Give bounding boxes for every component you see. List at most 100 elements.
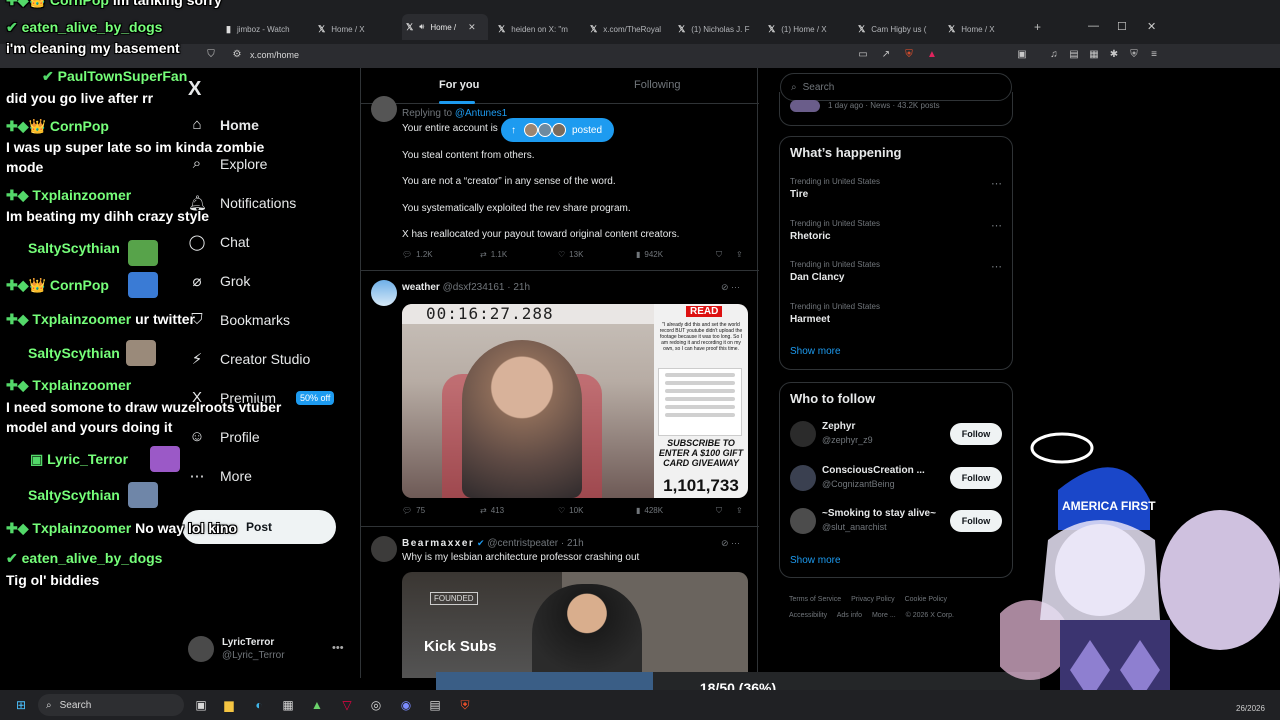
- grok-tweet-icon[interactable]: ⊘ ⋯: [721, 538, 740, 549]
- repost-button[interactable]: ⇄ 413: [480, 506, 504, 515]
- follow-suggestion[interactable]: ~Smoking to stay alive~ @slut_anarchist …: [790, 506, 1004, 536]
- tab-for-you[interactable]: For you: [439, 79, 479, 91]
- reading-list-icon[interactable]: ▤: [1067, 48, 1081, 62]
- chat-message: ▣ Lyric_Terror: [30, 451, 129, 467]
- close-tab-icon[interactable]: ✕: [468, 22, 476, 33]
- avatar-halo: [1030, 432, 1094, 464]
- tweet-text-line: X has reallocated your payout toward ori…: [402, 229, 680, 240]
- app-icon[interactable]: ▲: [308, 696, 326, 714]
- cast-icon[interactable]: ▭: [856, 48, 870, 62]
- x-favicon-icon: 𝕏: [948, 23, 956, 34]
- reply-button[interactable]: 💬︎ 75: [402, 506, 425, 515]
- file-explorer-icon[interactable]: ▆: [220, 696, 238, 714]
- views-button[interactable]: ▮ 428K: [636, 506, 663, 515]
- chat-message: did you go live after rr: [6, 90, 154, 106]
- browser-tab[interactable]: 𝕏heiden on X: "m: [494, 18, 580, 40]
- app-icon[interactable]: ▽: [338, 696, 356, 714]
- tweet-author[interactable]: weather @dsxf234161 · 21h: [402, 282, 530, 293]
- views-button[interactable]: ▮ 942K: [636, 250, 663, 259]
- taskbar-search[interactable]: ⌕ Search: [38, 694, 184, 716]
- tweet-media-video[interactable]: FOUNDED Kick Subs: [402, 572, 748, 678]
- tweet-media-image[interactable]: 00:16:27.288 READ "I already did this an…: [402, 304, 748, 498]
- more-icon[interactable]: ⋯: [991, 177, 1002, 190]
- new-posts-pill[interactable]: ↑ posted: [501, 118, 615, 142]
- obs-icon[interactable]: ◎: [367, 696, 385, 714]
- media-timer: 00:16:27.288: [402, 304, 654, 324]
- app-icon[interactable]: ▤: [426, 696, 444, 714]
- tweet-avatar[interactable]: [371, 536, 397, 562]
- minimize-icon[interactable]: —: [1088, 20, 1099, 32]
- browser-tab[interactable]: 𝕏x.com/TheRoyal: [586, 18, 670, 40]
- tab-following[interactable]: Following: [634, 79, 680, 91]
- badge-icon: ✚◆👑: [6, 118, 46, 134]
- store-icon[interactable]: ▦: [279, 696, 297, 714]
- more-icon[interactable]: ⋯: [991, 260, 1002, 273]
- x-favicon-icon: 𝕏: [858, 23, 866, 34]
- footer-link[interactable]: Ads info: [837, 612, 862, 619]
- tweet-avatar[interactable]: [371, 96, 397, 122]
- new-tab-button[interactable]: +: [1034, 20, 1041, 34]
- footer-link[interactable]: Accessibility: [789, 612, 827, 619]
- trend-item[interactable]: Trending in United States Dan Clancy ⋯: [790, 260, 1002, 283]
- wallet-icon[interactable]: ▦: [1087, 48, 1101, 62]
- task-view-icon[interactable]: ▣: [192, 696, 210, 714]
- account-switcher[interactable]: LyricTerror @Lyric_Terror •••: [188, 636, 344, 662]
- frog-emote: [128, 240, 158, 266]
- sidebar-toggle-icon[interactable]: ▣: [1015, 48, 1029, 62]
- follow-button[interactable]: Follow: [950, 510, 1002, 532]
- grok-tweet-icon[interactable]: ⊘ ⋯: [721, 282, 740, 293]
- reply-icon: 💬︎: [402, 506, 413, 515]
- browser-tab[interactable]: 𝕏 Cam Higby us (: [854, 18, 940, 40]
- reply-button[interactable]: 💬︎ 1.2K: [402, 250, 433, 259]
- windows-start-icon[interactable]: ⊞: [12, 696, 30, 714]
- footer-link[interactable]: Privacy Policy: [851, 596, 895, 603]
- footer-link[interactable]: Cookie Policy: [905, 596, 947, 603]
- close-window-icon[interactable]: ✕: [1147, 20, 1156, 33]
- footer-link[interactable]: Terms of Service: [789, 596, 841, 603]
- replying-to-handle[interactable]: @Antunes1: [455, 108, 507, 119]
- follow-button[interactable]: Follow: [950, 467, 1002, 489]
- show-more-link[interactable]: Show more: [790, 555, 841, 566]
- follow-button[interactable]: Follow: [950, 423, 1002, 445]
- browser-tab[interactable]: 𝕏 Home / X: [944, 18, 1028, 40]
- chat-message: I was up super late so im kinda zombie: [6, 139, 265, 155]
- extensions-icon[interactable]: ✱: [1107, 48, 1121, 62]
- tweet-author[interactable]: Bearmaxxer ✔ @centristpeater · 21h: [402, 538, 584, 549]
- badge-icon: ✚◆: [6, 377, 29, 393]
- chat-message: ✔ eaten_alive_by_dogs: [6, 550, 163, 566]
- share-icon[interactable]: ↗: [879, 48, 893, 62]
- account-more-icon[interactable]: •••: [332, 642, 344, 654]
- menu-icon[interactable]: ≡: [1147, 48, 1161, 62]
- share-tweet-icon[interactable]: ⇪: [736, 506, 743, 515]
- like-button[interactable]: ♡ 13K: [558, 250, 583, 259]
- edge-icon[interactable]: ◐: [250, 696, 268, 714]
- browser-tab-active[interactable]: 𝕏 🔊︎ Home / ✕: [402, 14, 488, 40]
- vpn-icon[interactable]: ⛨: [1127, 48, 1141, 62]
- music-icon[interactable]: ♫: [1047, 48, 1061, 62]
- rewards-icon[interactable]: ▲: [925, 48, 939, 62]
- browser-tab[interactable]: 𝕏 (1) Nicholas J. F: [674, 18, 760, 40]
- like-button[interactable]: ♡ 10K: [558, 506, 583, 515]
- chat-message: mode: [6, 159, 44, 175]
- bookmark-tweet-icon[interactable]: ⛉: [716, 506, 722, 516]
- trend-item[interactable]: Trending in United States Harmeet: [790, 302, 1002, 325]
- maximize-icon[interactable]: ☐: [1117, 20, 1127, 33]
- person: [462, 340, 582, 498]
- share-tweet-icon[interactable]: ⇪: [736, 250, 743, 259]
- news-card[interactable]: 1 day ago · News · 43.2K posts: [779, 92, 1013, 126]
- chat-message: ✚◆ Txplainzoomer: [6, 187, 132, 203]
- footer-link[interactable]: More ...: [872, 612, 896, 619]
- browser-tab[interactable]: 𝕏 (1) Home / X: [764, 18, 848, 40]
- tweet-avatar[interactable]: [371, 280, 397, 306]
- trend-item[interactable]: Trending in United States Tire ⋯: [790, 177, 1002, 200]
- show-more-link[interactable]: Show more: [790, 346, 841, 357]
- brave-icon[interactable]: ⛨: [456, 696, 474, 714]
- follow-suggestion[interactable]: ConsciousCreation ... @CognizantBeing Fo…: [790, 463, 1004, 493]
- discord-icon[interactable]: ◉: [397, 696, 415, 714]
- more-icon[interactable]: ⋯: [991, 219, 1002, 232]
- brave-shield-icon[interactable]: ⛨: [902, 48, 916, 62]
- trend-item[interactable]: Trending in United States Rhetoric ⋯: [790, 219, 1002, 242]
- bookmark-tweet-icon[interactable]: ⛉: [716, 250, 722, 260]
- repost-button[interactable]: ⇄ 1.1K: [480, 250, 507, 259]
- follow-suggestion[interactable]: Zephyr @zephyr_z9 Follow: [790, 419, 1004, 449]
